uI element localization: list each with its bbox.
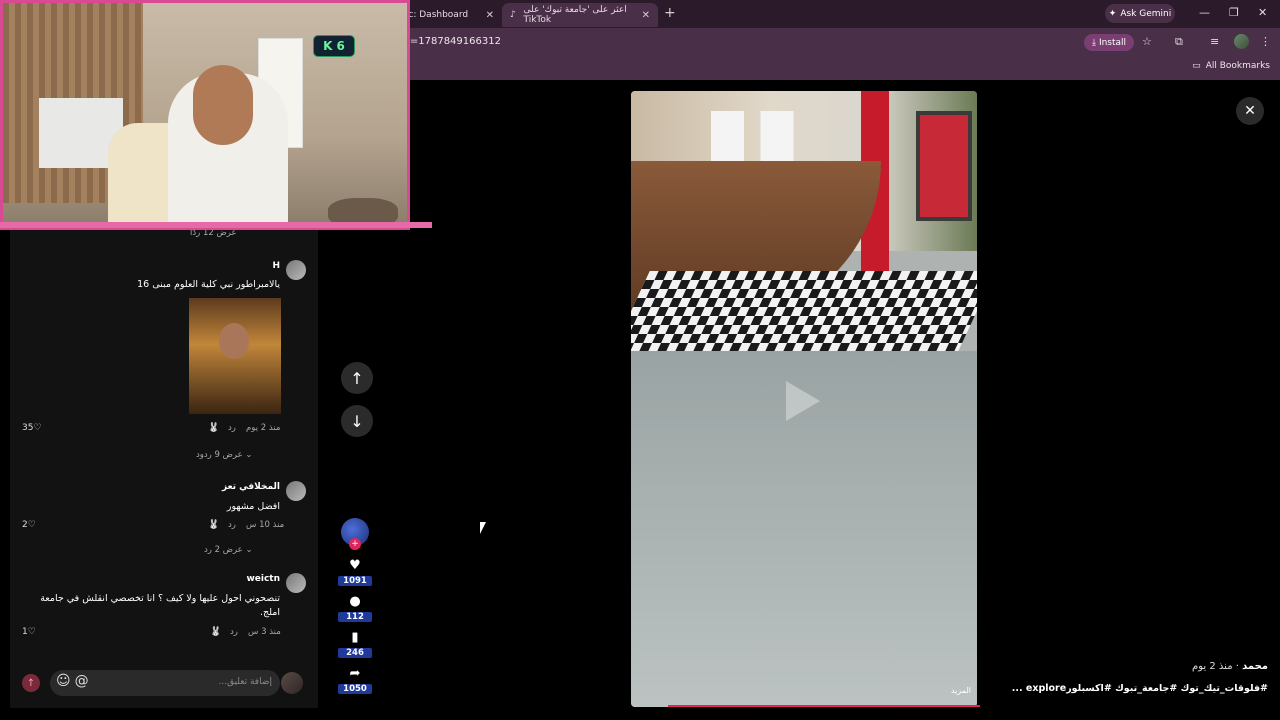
share-arrow-icon[interactable]: ➦ [340, 666, 370, 681]
comments-panel: عرض 12 ردًا H يالامبراطور نبي كلية العلو… [10, 228, 318, 708]
video-caption-author: محمد · منذ 2 يوم [1192, 661, 1268, 672]
gemini-sparkle-icon: ✦ [1108, 8, 1117, 19]
close-video-button[interactable]: ✕ [1236, 97, 1264, 125]
tab-close-icon[interactable]: ✕ [642, 10, 650, 21]
previous-video-button[interactable]: ↑ [341, 362, 373, 394]
heart-outline-icon: ♡ [27, 520, 36, 530]
reply-button[interactable]: رد [230, 627, 238, 637]
emoji-icon[interactable]: ☺ [56, 673, 71, 689]
comment-time: منذ 3 س [248, 627, 281, 637]
tiktok-icon: ♪ [510, 10, 516, 20]
video-caption-tags[interactable]: #فلوقات_تيك_توك #جامعة_تبوك #اكسبلورexpl… [1012, 683, 1268, 694]
comment-input-icons: ☺ @ [56, 673, 89, 689]
sticker-icon: 🐰 [208, 423, 220, 433]
like-count[interactable]: 2♡ [22, 520, 36, 530]
restore-icon[interactable]: ❐ [1229, 6, 1239, 19]
chevron-down-icon: ⌄ [242, 545, 253, 555]
comment-input[interactable]: ☺ @ إضافة تعليق... [50, 670, 280, 696]
close-icon: ✕ [1244, 103, 1256, 119]
minimize-icon[interactable]: — [1199, 6, 1210, 19]
video-posted-time: · منذ 2 يوم [1192, 661, 1239, 672]
media-controls-icon[interactable]: ≡ [1210, 35, 1219, 48]
comment-input-placeholder: إضافة تعليق... [218, 677, 272, 687]
heart-outline-icon: ♡ [33, 423, 42, 433]
new-tab-button[interactable]: + [664, 5, 676, 21]
install-label: Install [1098, 37, 1127, 48]
sticker-icon: 🐰 [208, 520, 220, 530]
kick-logo-icon: K [323, 39, 333, 53]
webcam-border-strip [0, 222, 432, 228]
view-replies-link[interactable]: ⌄ عرض 2 رد [204, 545, 253, 555]
reply-button[interactable]: رد [228, 520, 236, 530]
comment-time: منذ 2 يوم [246, 423, 281, 433]
comment-count-total: 112 [338, 612, 372, 622]
sticker-icon: 🐰 [210, 627, 222, 637]
install-icon: ⤓ [1091, 37, 1096, 48]
comment-text: افضل مشهور [226, 501, 280, 512]
ask-gemini-label: Ask Gemini [1120, 8, 1172, 19]
like-count-value: 35 [22, 423, 34, 433]
next-video-button[interactable]: ↓ [341, 405, 373, 437]
menu-icon[interactable]: ⋮ [1260, 35, 1271, 48]
like-heart-icon[interactable]: ♥ [340, 558, 370, 573]
chevron-down-icon: ⌄ [242, 450, 253, 460]
comment-username[interactable]: المخلافي تعز [222, 482, 280, 492]
window-close-icon[interactable]: ✕ [1258, 6, 1267, 19]
view-replies-link[interactable]: ⌄ عرض 9 ردود [196, 450, 252, 460]
arrow-up-icon: ↑ [26, 677, 36, 689]
ask-gemini-button[interactable]: ✦ Ask Gemini [1105, 4, 1175, 23]
mouse-cursor [480, 522, 486, 534]
bookmark-icon[interactable]: ▮ [340, 630, 370, 645]
send-comment-button[interactable]: ↑ [22, 674, 40, 692]
install-button[interactable]: ⤓ Install [1084, 34, 1134, 51]
webcam-overlay: K 6 [0, 0, 410, 230]
like-count[interactable]: 35♡ [22, 423, 42, 433]
follow-plus-icon[interactable]: + [349, 538, 361, 550]
video-more-button[interactable]: المزيد [951, 686, 971, 695]
save-count-total: 246 [338, 648, 372, 658]
tab-dashboard-label: Kic: Dashboard [400, 10, 469, 20]
comment-time: منذ 10 س [246, 520, 285, 530]
kick-badge: K 6 [313, 35, 355, 57]
bookmark-star-icon[interactable]: ☆ [1142, 35, 1152, 48]
video-window [916, 111, 972, 221]
all-bookmarks-label: All Bookmarks [1205, 61, 1270, 71]
tab-tiktok-label: اعثر على 'جامعة تبوك' على TikTok [523, 5, 627, 25]
reply-button[interactable]: رد [228, 423, 236, 433]
arrow-up-icon: ↑ [350, 368, 364, 388]
comment-text: تنصحوني احول عليها ولا كيف ؟ انا تخصصي ا… [40, 593, 280, 618]
comment-username[interactable]: weictn [246, 574, 280, 584]
comment-username[interactable]: H [272, 261, 280, 271]
screen: Kic: Dashboard ✕ ♪ اعثر على 'جامعة تبوك'… [0, 0, 1280, 720]
video-progress-bar[interactable] [668, 705, 980, 707]
kick-badge-value: 6 [336, 39, 345, 53]
comment-image[interactable] [189, 298, 281, 414]
all-bookmarks-button[interactable]: ▭ All Bookmarks [1192, 61, 1270, 71]
comment-text: يالامبراطور نبي كلية العلوم مبنى 16 [137, 279, 280, 290]
video-checker-floor [631, 271, 977, 351]
commenter-avatar[interactable] [286, 260, 306, 280]
my-avatar [281, 672, 303, 694]
play-icon[interactable] [786, 381, 820, 421]
extensions-icon[interactable]: ⧉ [1175, 35, 1183, 49]
share-count-total: 1050 [338, 684, 372, 694]
profile-avatar[interactable] [1234, 34, 1249, 49]
arrow-down-icon: ↓ [350, 411, 364, 431]
mention-icon[interactable]: @ [75, 673, 89, 689]
video-author-name[interactable]: محمد [1242, 661, 1268, 672]
comment-image-face [219, 323, 249, 359]
tab-close-icon[interactable]: ✕ [486, 10, 494, 21]
view-replies-label: عرض 2 رد [204, 545, 243, 555]
like-count-total: 1091 [338, 576, 372, 586]
comment-bubble-icon[interactable]: ● [340, 594, 370, 609]
tab-tiktok[interactable]: ♪ اعثر على 'جامعة تبوك' على TikTok ✕ [502, 3, 658, 27]
video-player[interactable]: المزيد [631, 91, 977, 707]
folder-icon: ▭ [1192, 61, 1201, 71]
heart-outline-icon: ♡ [27, 627, 36, 637]
commenter-avatar[interactable] [286, 573, 306, 593]
like-count[interactable]: 1♡ [22, 627, 36, 637]
webcam-head [193, 65, 253, 145]
view-replies-label: عرض 9 ردود [196, 450, 243, 460]
commenter-avatar[interactable] [286, 481, 306, 501]
